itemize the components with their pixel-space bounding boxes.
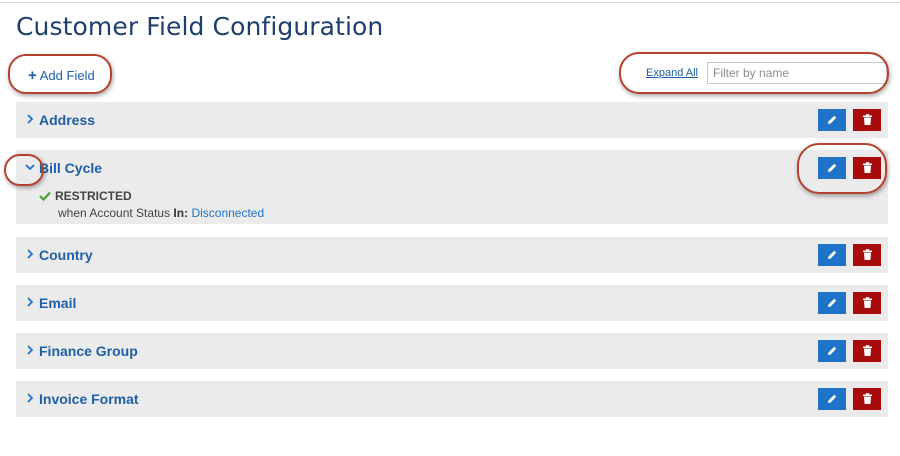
chevron-right-icon[interactable]	[24, 113, 36, 125]
delete-button[interactable]	[853, 340, 881, 362]
field-details: RESTRICTED when Account Status In: Disco…	[16, 186, 888, 220]
trash-icon	[862, 345, 872, 356]
trash-icon	[862, 393, 872, 404]
pencil-icon	[828, 346, 837, 355]
pencil-icon	[828, 163, 837, 172]
edit-button[interactable]	[818, 340, 846, 362]
trash-icon	[862, 249, 872, 260]
filter-by-name-input[interactable]	[707, 62, 887, 84]
page-title: Customer Field Configuration	[16, 12, 384, 41]
edit-button[interactable]	[818, 109, 846, 131]
field-label[interactable]: Invoice Format	[39, 391, 139, 407]
pencil-icon	[828, 250, 837, 259]
condition-prefix: when Account Status	[58, 206, 171, 220]
field-label[interactable]: Finance Group	[39, 343, 138, 359]
condition-operator: In:	[173, 206, 189, 220]
field-row-finance-group: Finance Group	[16, 333, 888, 369]
edit-button[interactable]	[818, 292, 846, 314]
field-row-bill-cycle: Bill Cycle RESTRICTED when Account Statu…	[16, 150, 888, 224]
field-label[interactable]: Address	[39, 112, 95, 128]
pencil-icon	[828, 298, 837, 307]
expand-all-link[interactable]: Expand All	[646, 67, 698, 79]
chevron-down-icon[interactable]	[24, 161, 36, 173]
restriction-label: RESTRICTED	[55, 189, 132, 203]
edit-button[interactable]	[818, 157, 846, 179]
field-label[interactable]: Bill Cycle	[39, 160, 102, 176]
delete-button[interactable]	[853, 109, 881, 131]
field-row-email: Email	[16, 285, 888, 321]
pencil-icon	[828, 115, 837, 124]
add-field-label: Add Field	[39, 68, 95, 83]
delete-button[interactable]	[853, 388, 881, 410]
restriction-status: RESTRICTED	[39, 189, 888, 203]
pencil-icon	[828, 394, 837, 403]
top-divider	[0, 2, 900, 3]
chevron-right-icon[interactable]	[24, 392, 36, 404]
field-row-address: Address	[16, 102, 888, 138]
field-row-invoice-format: Invoice Format	[16, 381, 888, 417]
condition-value-link[interactable]: Disconnected	[191, 206, 264, 220]
check-icon	[39, 191, 51, 201]
plus-icon: +	[28, 67, 37, 84]
chevron-right-icon[interactable]	[24, 296, 36, 308]
chevron-right-icon[interactable]	[24, 248, 36, 260]
edit-button[interactable]	[818, 388, 846, 410]
add-field-link[interactable]: + Add Field	[28, 68, 95, 83]
field-label[interactable]: Email	[39, 295, 76, 311]
trash-icon	[862, 162, 872, 173]
delete-button[interactable]	[853, 244, 881, 266]
trash-icon	[862, 114, 872, 125]
restriction-condition: when Account Status In: Disconnected	[58, 206, 888, 220]
delete-button[interactable]	[853, 292, 881, 314]
trash-icon	[862, 297, 872, 308]
delete-button[interactable]	[853, 157, 881, 179]
field-label[interactable]: Country	[39, 247, 93, 263]
chevron-right-icon[interactable]	[24, 344, 36, 356]
edit-button[interactable]	[818, 244, 846, 266]
field-row-country: Country	[16, 237, 888, 273]
